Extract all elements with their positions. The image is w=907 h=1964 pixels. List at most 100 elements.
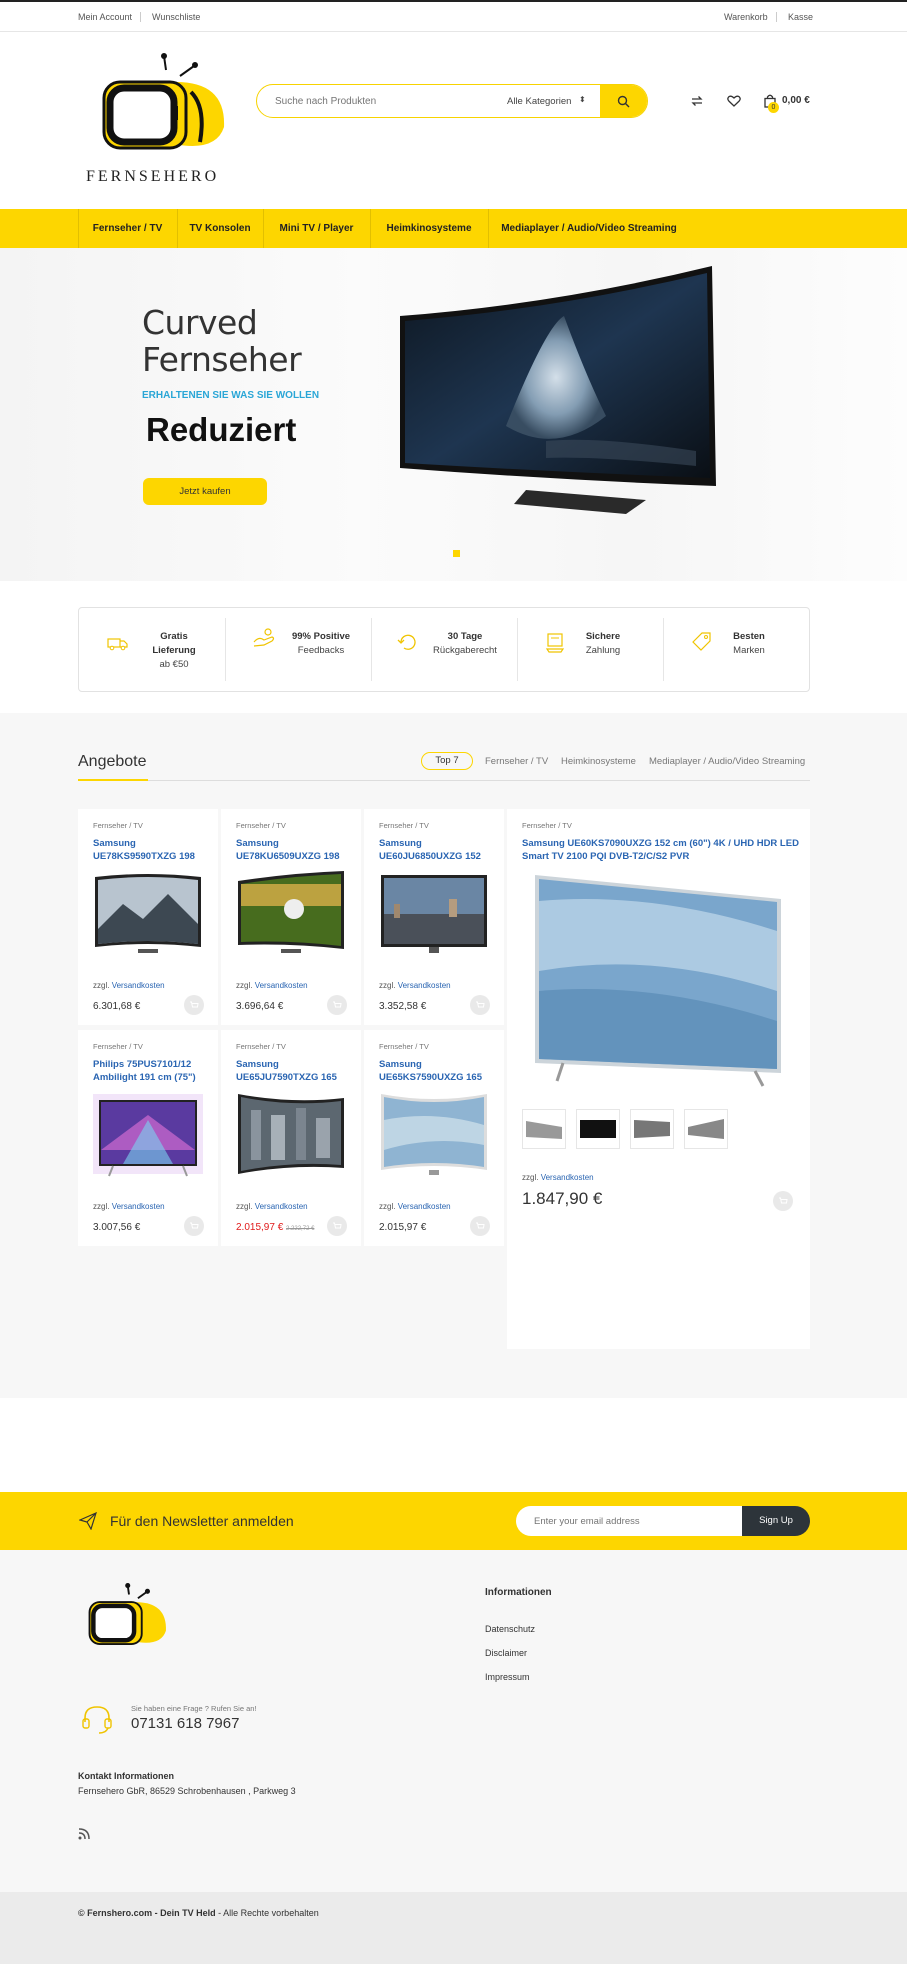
newsletter-email-input[interactable] xyxy=(516,1506,742,1536)
shipping-link[interactable]: Versandkosten xyxy=(255,981,308,990)
shipping-note: zzgl. Versandkosten xyxy=(236,1202,308,1211)
nav-item-fernseher-tv[interactable]: Fernseher / TV xyxy=(78,209,177,248)
footer-phone[interactable]: 07131 618 7967 xyxy=(131,1715,239,1732)
add-to-cart-button[interactable] xyxy=(773,1191,793,1211)
footer-address: Fernsehero GbR, 86529 Schrobenhausen , P… xyxy=(78,1786,296,1796)
product-name[interactable]: Samsung UE60JU6850UXZG 152 xyxy=(379,837,499,863)
rss-icon xyxy=(78,1828,90,1840)
nav-item-tv-konsolen[interactable]: TV Konsolen xyxy=(177,209,263,248)
product-card[interactable]: Fernseher / TV Samsung UE65JU7590TXZG 16… xyxy=(221,1030,361,1246)
shipping-link[interactable]: Versandkosten xyxy=(398,981,451,990)
slider-dot[interactable] xyxy=(453,550,460,557)
product-thumbnail[interactable] xyxy=(684,1109,728,1149)
site-logo[interactable] xyxy=(96,52,236,162)
shipping-prefix: zzgl. xyxy=(93,981,110,990)
newsletter-signup-button[interactable]: Sign Up xyxy=(742,1506,810,1536)
featured-product-card[interactable]: Fernseher / TV Samsung UE60KS7090UXZG 15… xyxy=(507,809,810,1349)
tab-heimkinosysteme[interactable]: Heimkinosysteme xyxy=(561,756,636,767)
product-thumbnail[interactable] xyxy=(630,1109,674,1149)
headset-icon xyxy=(82,1706,112,1734)
product-image[interactable] xyxy=(533,871,783,1091)
section-underline xyxy=(78,779,148,781)
shipping-link[interactable]: Versandkosten xyxy=(255,1202,308,1211)
nav-item-mediaplayer[interactable]: Mediaplayer / Audio/Video Streaming xyxy=(488,209,690,248)
product-card[interactable]: Fernseher / TV Philips 75PUS7101/12 Ambi… xyxy=(78,1030,218,1246)
shipping-link[interactable]: Versandkosten xyxy=(112,981,165,990)
add-to-cart-button[interactable] xyxy=(470,1216,490,1236)
hero-buy-button[interactable]: Jetzt kaufen xyxy=(143,478,267,505)
hero-headline: Reduziert xyxy=(146,411,297,448)
add-to-cart-button[interactable] xyxy=(327,995,347,1015)
shipping-link[interactable]: Versandkosten xyxy=(398,1202,451,1211)
product-name[interactable]: Samsung UE65KS7590UXZG 165 xyxy=(379,1058,499,1084)
cart-link[interactable]: Warenkorb xyxy=(724,12,768,22)
product-card[interactable]: Fernseher / TV Samsung UE78KU6509UXZG 19… xyxy=(221,809,361,1025)
offers-section: Angebote Top 7 Fernseher / TV Heimkinosy… xyxy=(0,713,907,1398)
product-name[interactable]: Samsung UE65JU7590TXZG 165 xyxy=(236,1058,356,1084)
wishlist-button[interactable] xyxy=(725,92,743,110)
top-bar: Mein Account Wunschliste Warenkorb Kasse xyxy=(0,0,907,32)
product-name[interactable]: Philips 75PUS7101/12 Ambilight 191 cm (7… xyxy=(93,1058,213,1084)
product-image[interactable] xyxy=(236,1090,346,1182)
add-to-cart-button[interactable] xyxy=(184,1216,204,1236)
add-to-cart-button[interactable] xyxy=(470,995,490,1015)
site-footer: Informationen Datenschutz Disclaimer Imp… xyxy=(0,1550,907,1892)
tv-bee-logo-icon xyxy=(102,53,225,150)
footer-logo[interactable] xyxy=(84,1583,174,1653)
nav-item-heimkinosysteme[interactable]: Heimkinosysteme xyxy=(370,209,488,248)
product-name[interactable]: Samsung UE78KU6509UXZG 198 xyxy=(236,837,356,863)
compare-button[interactable] xyxy=(688,92,706,110)
add-to-cart-button[interactable] xyxy=(184,995,204,1015)
footer-link-impressum[interactable]: Impressum xyxy=(485,1672,530,1682)
tv-bee-logo-icon xyxy=(88,1583,166,1646)
feature-feedback: 99% Positive Feedbacks xyxy=(225,608,371,691)
feedback-icon xyxy=(253,628,275,647)
product-image[interactable] xyxy=(236,869,346,961)
search-input[interactable] xyxy=(275,85,495,117)
add-to-cart-button[interactable] xyxy=(327,1216,347,1236)
product-image[interactable] xyxy=(93,1090,203,1182)
copyright-brand: © Fernshero.com - Dein TV Held xyxy=(78,1908,216,1918)
site-header: FERNSEHERO Alle Kategorien ⬍ 0 0,00 € xyxy=(0,32,907,209)
product-category[interactable]: Fernseher / TV xyxy=(236,1042,286,1051)
tab-mediaplayer[interactable]: Mediaplayer / Audio/Video Streaming xyxy=(649,756,805,767)
product-category[interactable]: Fernseher / TV xyxy=(93,1042,143,1051)
my-account-link[interactable]: Mein Account xyxy=(78,12,132,22)
shipping-prefix: zzgl. xyxy=(522,1173,539,1182)
product-category[interactable]: Fernseher / TV xyxy=(522,821,572,830)
product-name[interactable]: Samsung UE60KS7090UXZG 152 cm (60") 4K /… xyxy=(522,837,802,863)
feature-sub: ab €50 xyxy=(159,659,189,670)
product-category[interactable]: Fernseher / TV xyxy=(379,821,429,830)
product-image[interactable] xyxy=(379,869,489,961)
shipping-note: zzgl. Versandkosten xyxy=(522,1173,594,1182)
product-card[interactable]: Fernseher / TV Samsung UE65KS7590UXZG 16… xyxy=(364,1030,504,1246)
product-name[interactable]: Samsung UE78KS9590TXZG 198 xyxy=(93,837,213,863)
footer-contact-title: Kontakt Informationen xyxy=(78,1771,174,1781)
feature-title: 99% Positive xyxy=(291,631,351,642)
sale-price: 2.015,97 € xyxy=(236,1222,284,1233)
footer-link-datenschutz[interactable]: Datenschutz xyxy=(485,1624,535,1634)
tab-top-7[interactable]: Top 7 xyxy=(421,752,473,770)
cart-total[interactable]: 0,00 € xyxy=(782,95,810,106)
product-card[interactable]: Fernseher / TV Samsung UE78KS9590TXZG 19… xyxy=(78,809,218,1025)
wishlist-link[interactable]: Wunschliste xyxy=(152,12,200,22)
category-select[interactable]: Alle Kategorien xyxy=(507,96,571,107)
product-category[interactable]: Fernseher / TV xyxy=(236,821,286,830)
product-thumbnail[interactable] xyxy=(576,1109,620,1149)
shipping-link[interactable]: Versandkosten xyxy=(541,1173,594,1182)
search-button[interactable] xyxy=(600,85,647,117)
rss-button[interactable] xyxy=(78,1827,90,1840)
section-rule xyxy=(78,780,810,781)
product-category[interactable]: Fernseher / TV xyxy=(379,1042,429,1051)
tab-fernseher-tv[interactable]: Fernseher / TV xyxy=(485,756,548,767)
checkout-link[interactable]: Kasse xyxy=(788,12,813,22)
product-image[interactable] xyxy=(93,869,203,961)
product-thumbnail[interactable] xyxy=(522,1109,566,1149)
product-image[interactable] xyxy=(379,1090,489,1182)
product-card[interactable]: Fernseher / TV Samsung UE60JU6850UXZG 15… xyxy=(364,809,504,1025)
nav-item-mini-tv-player[interactable]: Mini TV / Player xyxy=(263,209,370,248)
divider xyxy=(225,618,226,681)
shipping-link[interactable]: Versandkosten xyxy=(112,1202,165,1211)
product-category[interactable]: Fernseher / TV xyxy=(93,821,143,830)
footer-link-disclaimer[interactable]: Disclaimer xyxy=(485,1648,527,1658)
